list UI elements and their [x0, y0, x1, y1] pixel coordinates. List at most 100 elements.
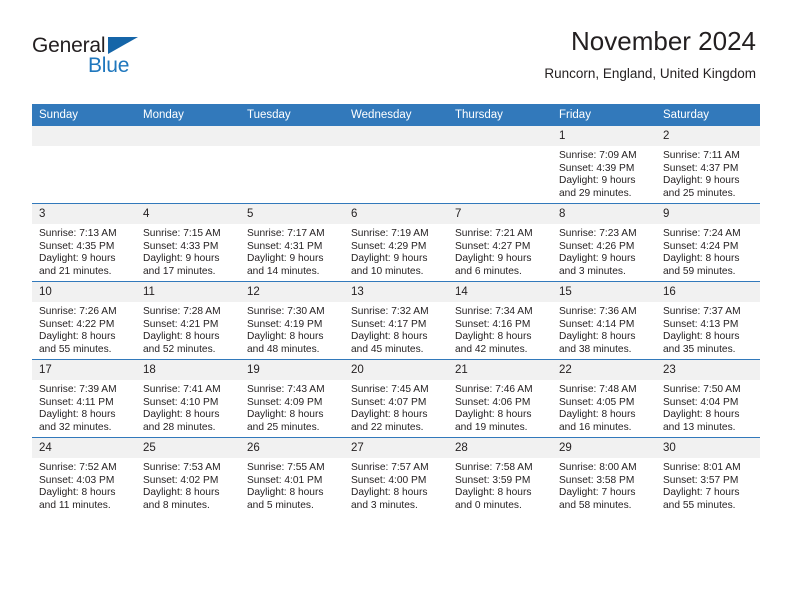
sunrise-time: Sunrise: 7:11 AM: [663, 150, 740, 161]
day-number: 23: [656, 360, 760, 380]
calendar-day-cell[interactable]: 1 Sunrise: 7:09 AM Sunset: 4:39 PM Daylight…: [552, 126, 656, 204]
calendar-day-cell[interactable]: 22 Sunrise: 7:48 AM Sunset: 4:05 PM Dayligh…: [552, 359, 656, 438]
sunset-time: Sunset: 3:58 PM: [559, 474, 635, 486]
calendar-day-cell[interactable]: 27 Sunrise: 7:57 AM Sunset: 4:00 PM Dayligh…: [344, 437, 448, 515]
sunset-time: Sunset: 4:37 PM: [663, 162, 739, 174]
day-number: 18: [136, 360, 240, 380]
calendar-day-cell[interactable]: 3 Sunrise: 7:13 AM Sunset: 4:35 PM Daylight…: [32, 203, 136, 282]
day-sun-info: Sunrise: 7:15 AM Sunset: 4:33 PM Daylight:…: [136, 224, 240, 278]
calendar-page: General Blue November 2024 Runcorn, Engl…: [0, 0, 792, 612]
calendar-day-cell[interactable]: 16 Sunrise: 7:37 AM Sunset: 4:13 PM Dayligh…: [656, 281, 760, 360]
daylight-duration-line2: and 11 minutes.: [39, 499, 111, 511]
day-number: [32, 126, 136, 146]
daylight-duration-line1: Daylight: 8 hours: [143, 487, 220, 499]
sunrise-time: Sunrise: 7:28 AM: [143, 306, 221, 317]
daylight-duration-line1: Daylight: 8 hours: [351, 487, 428, 499]
calendar-day-cell[interactable]: 19 Sunrise: 7:43 AM Sunset: 4:09 PM Dayligh…: [240, 359, 344, 438]
daylight-duration-line2: and 5 minutes.: [247, 499, 314, 511]
day-number: 22: [552, 360, 656, 380]
sunrise-sunset-calendar: Sunday Monday Tuesday Wednesday Thursday…: [32, 104, 760, 515]
sunset-time: Sunset: 4:39 PM: [559, 162, 635, 174]
calendar-day-cell[interactable]: 9 Sunrise: 7:24 AM Sunset: 4:24 PM Daylight…: [656, 203, 760, 282]
day-number: 10: [32, 282, 136, 302]
daylight-duration-line2: and 19 minutes.: [455, 421, 528, 433]
calendar-day-cell[interactable]: 28 Sunrise: 7:58 AM Sunset: 3:59 PM Dayligh…: [448, 437, 552, 515]
sunset-time: Sunset: 4:11 PM: [39, 396, 114, 408]
day-number: 3: [32, 204, 136, 224]
day-number: 25: [136, 438, 240, 458]
calendar-day-cell[interactable]: 26 Sunrise: 7:55 AM Sunset: 4:01 PM Dayligh…: [240, 437, 344, 515]
calendar-day-cell-empty: [240, 126, 344, 204]
calendar-day-cell[interactable]: 10 Sunrise: 7:26 AM Sunset: 4:22 PM Dayligh…: [32, 281, 136, 360]
daylight-duration-line2: and 6 minutes.: [455, 265, 522, 277]
day-sun-info: Sunrise: 7:23 AM Sunset: 4:26 PM Daylight:…: [552, 224, 656, 278]
sunset-time: Sunset: 4:07 PM: [351, 396, 427, 408]
daylight-duration-line1: Daylight: 9 hours: [247, 253, 324, 265]
calendar-day-cell[interactable]: 13 Sunrise: 7:32 AM Sunset: 4:17 PM Dayligh…: [344, 281, 448, 360]
sunset-time: Sunset: 3:59 PM: [455, 474, 531, 486]
daylight-duration-line2: and 16 minutes.: [559, 421, 632, 433]
daylight-duration-line2: and 8 minutes.: [143, 499, 210, 511]
sunset-time: Sunset: 4:26 PM: [559, 240, 635, 252]
sunrise-time: Sunrise: 7:48 AM: [559, 384, 637, 395]
daylight-duration-line2: and 28 minutes.: [143, 421, 216, 433]
sunset-time: Sunset: 4:19 PM: [247, 318, 323, 330]
calendar-day-cell[interactable]: 14 Sunrise: 7:34 AM Sunset: 4:16 PM Dayligh…: [448, 281, 552, 360]
calendar-day-cell[interactable]: 8 Sunrise: 7:23 AM Sunset: 4:26 PM Daylight…: [552, 203, 656, 282]
calendar-day-cell[interactable]: 15 Sunrise: 7:36 AM Sunset: 4:14 PM Dayligh…: [552, 281, 656, 360]
sunset-time: Sunset: 4:21 PM: [143, 318, 219, 330]
daylight-duration-line2: and 29 minutes.: [559, 187, 632, 199]
daylight-duration-line1: Daylight: 9 hours: [559, 253, 636, 265]
calendar-day-cell[interactable]: 7 Sunrise: 7:21 AM Sunset: 4:27 PM Daylight…: [448, 203, 552, 282]
calendar-day-cell[interactable]: 18 Sunrise: 7:41 AM Sunset: 4:10 PM Dayligh…: [136, 359, 240, 438]
sunrise-time: Sunrise: 7:34 AM: [455, 306, 533, 317]
calendar-body: 1 Sunrise: 7:09 AM Sunset: 4:39 PM Daylight…: [32, 126, 760, 515]
calendar-day-cell[interactable]: 5 Sunrise: 7:17 AM Sunset: 4:31 PM Daylight…: [240, 203, 344, 282]
sunrise-time: Sunrise: 7:32 AM: [351, 306, 429, 317]
page-subtitle: Runcorn, England, United Kingdom: [544, 66, 756, 81]
weekday-header-tuesday: Tuesday: [240, 104, 344, 126]
calendar-day-cell[interactable]: 6 Sunrise: 7:19 AM Sunset: 4:29 PM Daylight…: [344, 203, 448, 282]
calendar-day-cell[interactable]: 17 Sunrise: 7:39 AM Sunset: 4:11 PM Dayligh…: [32, 359, 136, 438]
calendar-day-cell[interactable]: 25 Sunrise: 7:53 AM Sunset: 4:02 PM Dayligh…: [136, 437, 240, 515]
day-sun-info: Sunrise: 7:09 AM Sunset: 4:39 PM Daylight:…: [552, 146, 656, 200]
sunrise-time: Sunrise: 7:15 AM: [143, 228, 221, 239]
calendar-day-cell[interactable]: 20 Sunrise: 7:45 AM Sunset: 4:07 PM Dayligh…: [344, 359, 448, 438]
weekday-header-thursday: Thursday: [448, 104, 552, 126]
calendar-day-cell[interactable]: 30 Sunrise: 8:01 AM Sunset: 3:57 PM Dayligh…: [656, 437, 760, 515]
day-number: [136, 126, 240, 146]
calendar-day-cell[interactable]: 23 Sunrise: 7:50 AM Sunset: 4:04 PM Dayligh…: [656, 359, 760, 438]
sunrise-time: Sunrise: 7:50 AM: [663, 384, 741, 395]
calendar-day-cell[interactable]: 12 Sunrise: 7:30 AM Sunset: 4:19 PM Dayligh…: [240, 281, 344, 360]
daylight-duration-line2: and 55 minutes.: [663, 499, 736, 511]
daylight-duration-line2: and 3 minutes.: [351, 499, 418, 511]
day-sun-info: Sunrise: 7:58 AM Sunset: 3:59 PM Daylight:…: [448, 458, 552, 512]
day-sun-info: Sunrise: 7:32 AM Sunset: 4:17 PM Daylight:…: [344, 302, 448, 356]
day-number: 2: [656, 126, 760, 146]
daylight-duration-line1: Daylight: 9 hours: [559, 175, 636, 187]
calendar-day-cell[interactable]: 4 Sunrise: 7:15 AM Sunset: 4:33 PM Daylight…: [136, 203, 240, 282]
day-sun-info: Sunrise: 7:36 AM Sunset: 4:14 PM Daylight:…: [552, 302, 656, 356]
calendar-day-cell[interactable]: 24 Sunrise: 7:52 AM Sunset: 4:03 PM Dayligh…: [32, 437, 136, 515]
day-sun-info: Sunrise: 7:46 AM Sunset: 4:06 PM Daylight:…: [448, 380, 552, 434]
day-number: 30: [656, 438, 760, 458]
sunrise-time: Sunrise: 7:09 AM: [559, 150, 637, 161]
day-number: [344, 126, 448, 146]
brand-logo: General Blue: [32, 34, 202, 86]
day-number: 27: [344, 438, 448, 458]
daylight-duration-line2: and 45 minutes.: [351, 343, 424, 355]
day-number: 9: [656, 204, 760, 224]
daylight-duration-line1: Daylight: 9 hours: [143, 253, 220, 265]
calendar-day-cell[interactable]: 21 Sunrise: 7:46 AM Sunset: 4:06 PM Dayligh…: [448, 359, 552, 438]
daylight-duration-line2: and 14 minutes.: [247, 265, 320, 277]
daylight-duration-line1: Daylight: 8 hours: [247, 409, 324, 421]
calendar-week-row: 17 Sunrise: 7:39 AM Sunset: 4:11 PM Dayligh…: [32, 359, 760, 438]
day-number: 17: [32, 360, 136, 380]
calendar-day-cell[interactable]: 11 Sunrise: 7:28 AM Sunset: 4:21 PM Dayligh…: [136, 281, 240, 360]
weekday-header-saturday: Saturday: [656, 104, 760, 126]
calendar-day-cell[interactable]: 2 Sunrise: 7:11 AM Sunset: 4:37 PM Daylight…: [656, 126, 760, 204]
daylight-duration-line1: Daylight: 7 hours: [559, 487, 636, 499]
daylight-duration-line1: Daylight: 9 hours: [351, 253, 428, 265]
calendar-day-cell[interactable]: 29 Sunrise: 8:00 AM Sunset: 3:58 PM Dayligh…: [552, 437, 656, 515]
sunset-time: Sunset: 4:01 PM: [247, 474, 323, 486]
